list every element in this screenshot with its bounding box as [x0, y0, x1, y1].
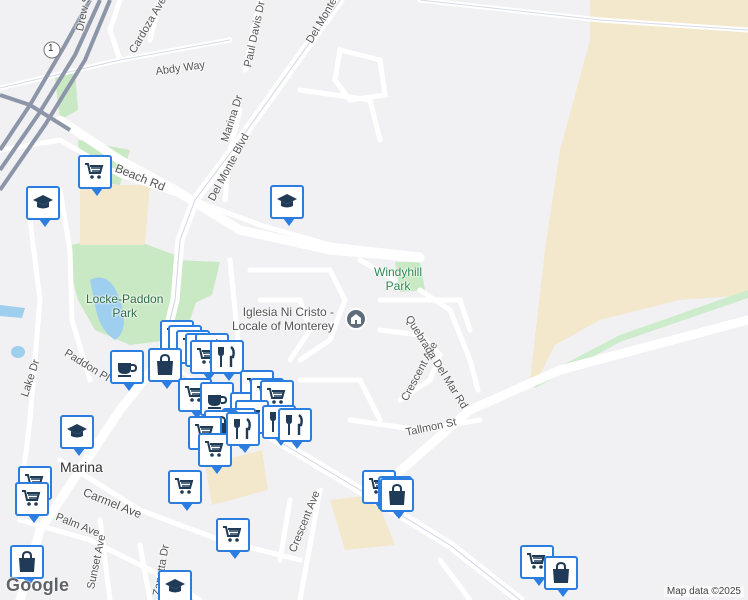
map-pin-bag[interactable] — [544, 556, 578, 597]
highway-shield: 1 — [48, 43, 54, 54]
place-label-iglesia-line1: Iglesia Ni Cristo - — [242, 305, 335, 319]
restaurant-icon — [234, 418, 251, 439]
map-pin-bag[interactable] — [380, 478, 414, 519]
place-label-iglesia[interactable]: Iglesia Ni Cristo - Locale of Monterey — [232, 306, 334, 332]
bag-icon — [157, 353, 173, 375]
map-pin-cart[interactable] — [15, 482, 49, 523]
map-pin-cart[interactable] — [78, 155, 112, 196]
map-pin-school[interactable] — [60, 415, 94, 456]
map-pin-school[interactable] — [26, 186, 60, 227]
map-pin-cart[interactable] — [216, 518, 250, 559]
map-attribution: Map data ©2025 — [663, 586, 744, 597]
cart-icon — [85, 163, 104, 179]
map-pin-restaurant[interactable] — [278, 408, 312, 449]
school-icon — [165, 579, 185, 593]
map-canvas[interactable]: 1 Drew St Cardoza Ave Del Monte Paul Dav… — [0, 0, 748, 600]
church-icon[interactable] — [345, 308, 367, 330]
place-label-windyhill-line1: Windyhill — [374, 265, 423, 279]
cart-icon — [205, 441, 224, 457]
place-label-locke-line2: Park — [112, 306, 138, 320]
map-pin-school[interactable] — [158, 570, 192, 600]
place-label-windyhill[interactable]: Windyhill Park — [374, 266, 422, 292]
bag-icon — [389, 483, 405, 505]
bag-icon — [19, 550, 35, 572]
school-icon — [67, 424, 87, 438]
map-pin-school[interactable] — [270, 185, 304, 226]
place-label-windyhill-line2: Park — [385, 279, 411, 293]
google-logo: Google — [6, 575, 70, 595]
restaurant-icon — [218, 346, 235, 367]
school-icon — [33, 195, 53, 209]
place-label-locke-paddon[interactable]: Locke-Paddon Park — [86, 293, 163, 319]
church-icon-glyph — [351, 314, 361, 324]
cart-icon — [223, 526, 242, 542]
city-label-marina: Marina — [60, 459, 103, 475]
map-pin-cafe[interactable] — [110, 350, 144, 391]
place-label-iglesia-line2: Locale of Monterey — [232, 319, 335, 333]
cart-icon — [22, 490, 41, 506]
cart-icon — [175, 478, 194, 494]
place-label-locke-line1: Locke-Paddon — [86, 292, 164, 306]
map-pin-cart[interactable] — [168, 470, 202, 511]
map-pin-bag[interactable] — [10, 545, 44, 586]
map-pin-restaurant[interactable] — [226, 412, 260, 453]
map-pin-restaurant[interactable] — [210, 340, 244, 381]
bag-icon — [553, 561, 569, 583]
map-pin-bag[interactable] — [148, 348, 182, 389]
cafe-icon — [118, 363, 138, 377]
restaurant-icon — [286, 414, 303, 435]
school-icon — [277, 194, 297, 208]
